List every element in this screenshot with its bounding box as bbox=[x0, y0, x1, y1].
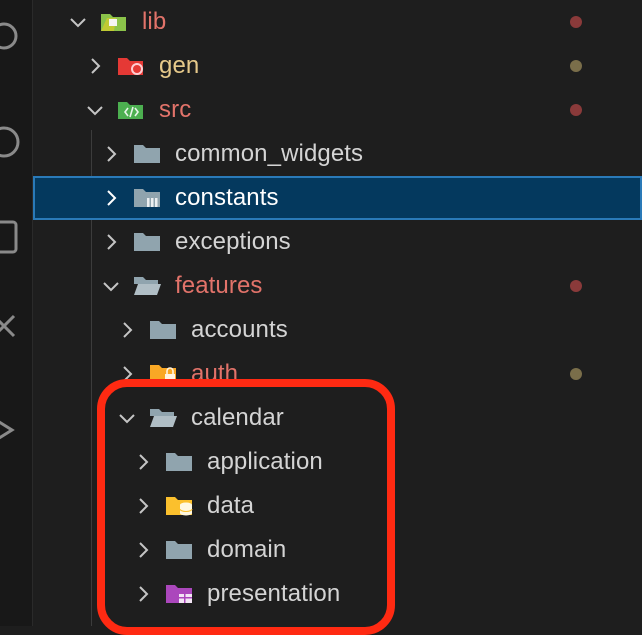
generated-dot bbox=[570, 60, 582, 72]
activity-bar bbox=[0, 0, 33, 626]
folder-src-open-icon bbox=[116, 98, 146, 122]
chevron-right-icon[interactable] bbox=[100, 187, 122, 209]
tree-item-label: lib bbox=[142, 8, 167, 35]
folder-lib-open-icon bbox=[99, 10, 129, 34]
modified-dot bbox=[570, 280, 582, 292]
tree-item-features[interactable]: features bbox=[33, 264, 642, 308]
tree-item-label: common_widgets bbox=[175, 140, 364, 167]
tree-item-label: features bbox=[175, 272, 263, 299]
modified-dot bbox=[570, 104, 582, 116]
testing-icon[interactable] bbox=[0, 310, 22, 346]
tree-item-gen[interactable]: gen bbox=[33, 44, 642, 88]
chevron-down-icon[interactable] bbox=[67, 11, 89, 33]
tree-item-common-widgets[interactable]: common_widgets bbox=[33, 132, 642, 176]
tree-item-label: exceptions bbox=[175, 228, 291, 255]
modified-dot bbox=[570, 16, 582, 28]
tree-item-label: gen bbox=[159, 52, 200, 79]
chevron-down-icon[interactable] bbox=[84, 99, 106, 121]
annotation-highlight-box bbox=[97, 379, 395, 635]
remote-icon[interactable] bbox=[0, 412, 22, 448]
tree-item-accounts[interactable]: accounts bbox=[33, 308, 642, 352]
folder-icon bbox=[132, 230, 162, 254]
extensions-icon[interactable] bbox=[0, 218, 22, 254]
run-debug-icon[interactable] bbox=[0, 124, 22, 160]
folder-icon bbox=[132, 142, 162, 166]
tree-item-lib[interactable]: lib bbox=[33, 0, 642, 44]
tree-item-exceptions[interactable]: exceptions bbox=[33, 220, 642, 264]
generated-dot bbox=[570, 368, 582, 380]
folder-open-icon bbox=[132, 274, 162, 298]
folder-icon bbox=[148, 318, 178, 342]
tree-item-constants[interactable]: constants bbox=[33, 176, 642, 220]
source-control-icon[interactable] bbox=[0, 18, 22, 54]
folder-constants-icon bbox=[132, 186, 162, 210]
chevron-down-icon[interactable] bbox=[100, 275, 122, 297]
chevron-right-icon[interactable] bbox=[100, 143, 122, 165]
tree-item-src[interactable]: src bbox=[33, 88, 642, 132]
chevron-right-icon[interactable] bbox=[116, 319, 138, 341]
chevron-right-icon[interactable] bbox=[100, 231, 122, 253]
folder-generated-icon bbox=[116, 54, 146, 78]
chevron-right-icon[interactable] bbox=[84, 55, 106, 77]
tree-item-label: constants bbox=[175, 184, 279, 211]
tree-item-label: accounts bbox=[191, 316, 288, 343]
tree-item-label: src bbox=[159, 96, 192, 123]
